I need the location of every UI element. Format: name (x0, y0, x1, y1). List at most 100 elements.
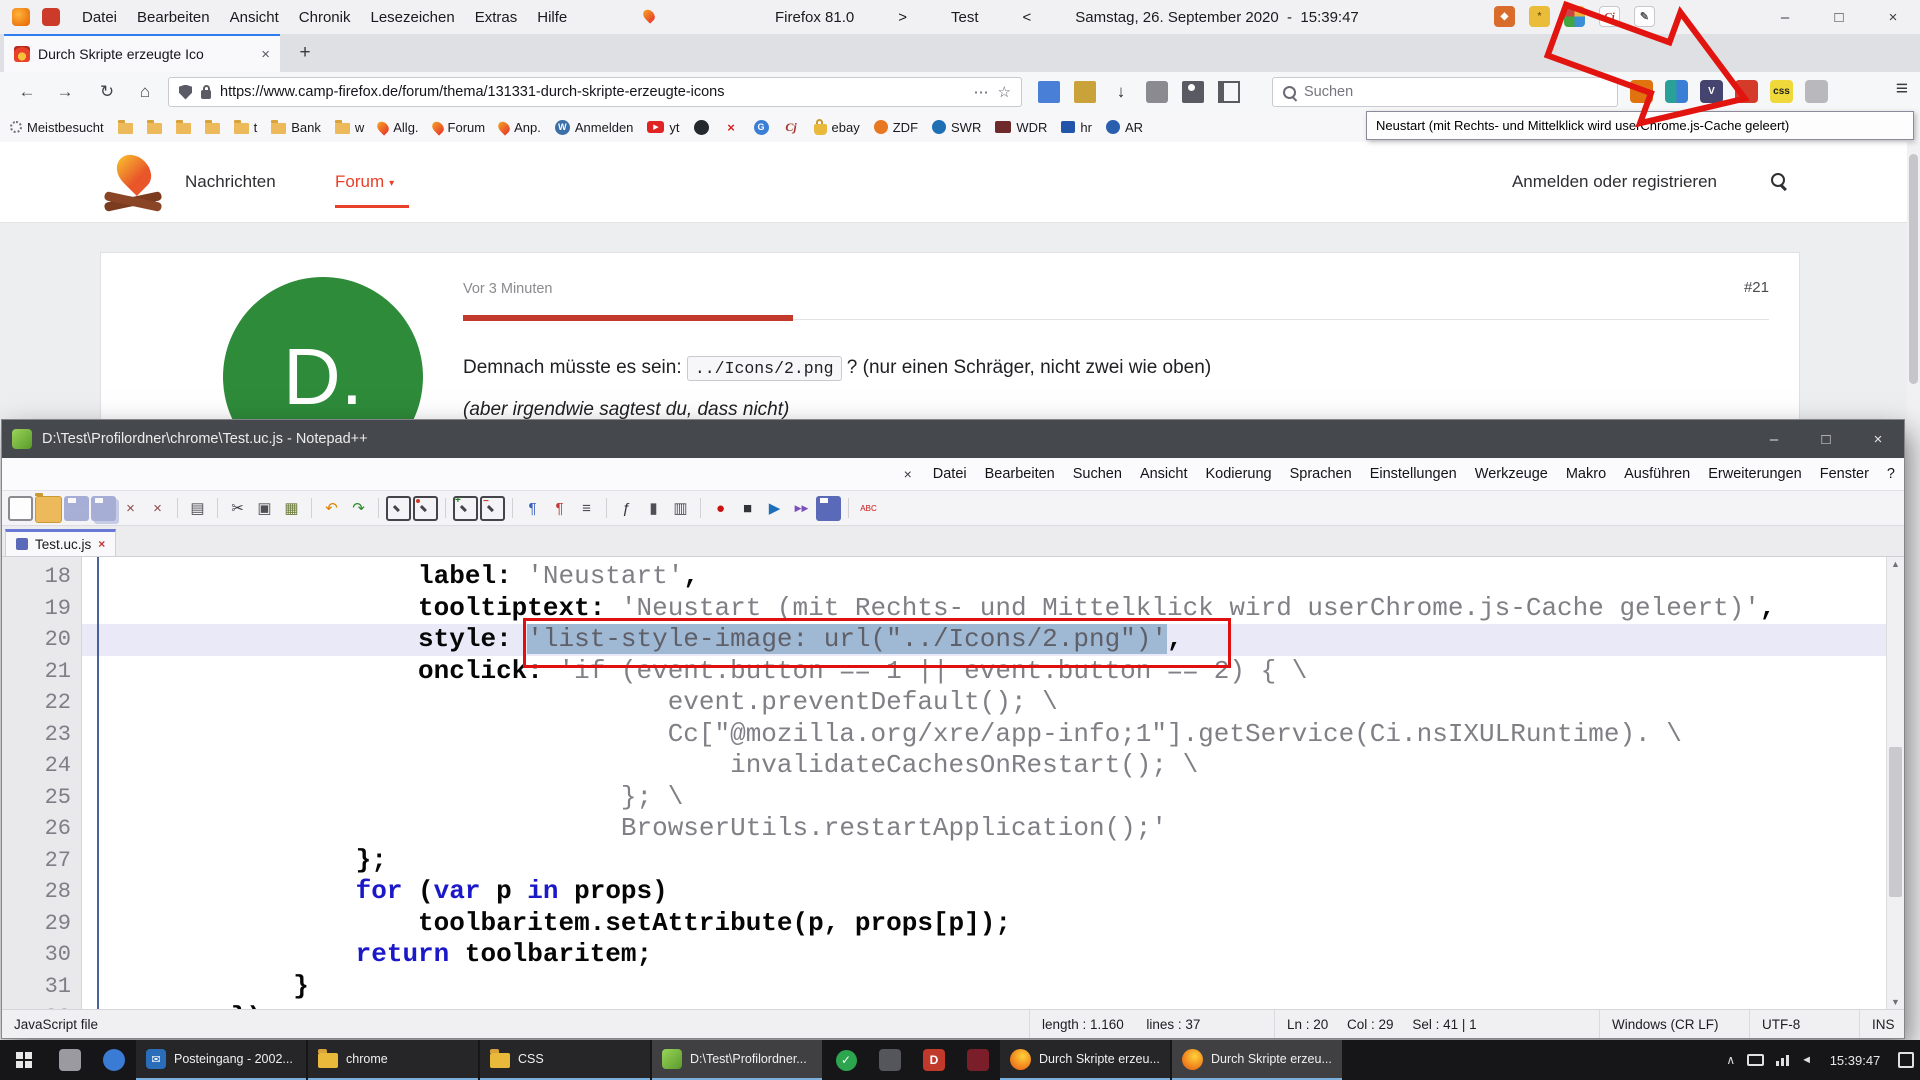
pinned-app-icon-2[interactable] (92, 1040, 136, 1080)
bookmark-anp[interactable]: Anp. (499, 120, 541, 135)
play-macro-icon[interactable]: ▶ (762, 496, 787, 521)
zoom-out-icon[interactable] (480, 496, 505, 521)
clock[interactable]: 15:39:47 (1824, 1053, 1886, 1068)
line-number[interactable]: 25 (2, 782, 71, 814)
campfire-logo[interactable] (102, 150, 166, 214)
editor-scrollbar[interactable]: ▲ ▼ (1886, 557, 1904, 1009)
back-button[interactable]: ← (12, 77, 42, 107)
bookmark-yt[interactable]: ▶ yt (647, 120, 679, 135)
site-search-icon[interactable] (1771, 173, 1785, 187)
line-number[interactable]: 19 (2, 593, 71, 625)
library-icon[interactable] (1038, 81, 1060, 103)
save-macro-icon[interactable] (816, 496, 841, 521)
addon-gray-icon[interactable] (1805, 80, 1828, 103)
bookmark-allg[interactable]: Allg. (378, 120, 418, 135)
stop-macro-icon[interactable]: ■ (735, 496, 760, 521)
tray-display-icon[interactable] (1747, 1054, 1764, 1066)
notepad-menu-item[interactable]: Sprachen (1281, 466, 1361, 482)
function-list-icon[interactable]: ƒ (614, 496, 639, 521)
addon-split-icon[interactable] (1665, 80, 1688, 103)
line-number[interactable]: 30 (2, 939, 71, 971)
menubar-item[interactable]: Lesezeichen (360, 9, 464, 26)
line-number[interactable]: 20 (2, 624, 71, 656)
doc-switcher-icon[interactable]: ▥ (668, 496, 693, 521)
bookmarks-folder-icon[interactable] (1074, 81, 1096, 103)
close-button[interactable]: × (1852, 420, 1904, 458)
browser-scrollbar[interactable] (1907, 142, 1920, 1040)
scrollbar-thumb[interactable] (1889, 747, 1902, 897)
bookmark-w[interactable]: w (335, 120, 364, 135)
notepad-menu-item[interactable]: Bearbeiten (976, 466, 1064, 482)
bookmark-folder-1[interactable] (118, 120, 133, 134)
task-folder-css[interactable]: CSS (480, 1040, 650, 1080)
word-wrap-icon[interactable]: ¶ (520, 496, 545, 521)
undo-icon[interactable]: ↶ (319, 496, 344, 521)
notepad-menu-item[interactable]: Einstellungen (1361, 466, 1466, 482)
addon-icon-orange[interactable]: ◆ (1494, 6, 1515, 27)
notepad-menu-item[interactable]: Ausführen (1615, 466, 1699, 482)
replace-icon[interactable] (413, 496, 438, 521)
notepad-menu-item[interactable]: Kodierung (1197, 466, 1281, 482)
post-time[interactable]: Vor 3 Minuten (463, 281, 552, 297)
addon-icon-grid[interactable] (1564, 6, 1585, 27)
bookmark-wdr[interactable]: WDR (995, 120, 1047, 135)
task-notepadpp[interactable]: D:\Test\Profilordner... (652, 1040, 822, 1080)
menubar-item[interactable]: Bearbeiten (127, 9, 220, 26)
close-button[interactable]: × (1866, 0, 1920, 34)
pinned-app-icon-1[interactable] (48, 1040, 92, 1080)
menubar-close-icon[interactable]: × (904, 466, 912, 482)
bookmark-cj[interactable]: Cj (783, 119, 800, 136)
open-file-icon[interactable] (35, 496, 62, 523)
addon-red-icon[interactable] (1735, 80, 1758, 103)
tab-close-icon[interactable]: × (98, 537, 105, 551)
notepad-menu-item[interactable]: Erweiterungen (1699, 466, 1811, 482)
menubar-item[interactable]: Ansicht (220, 9, 289, 26)
indent-guide-icon[interactable]: ≡ (574, 496, 599, 521)
menubar-item[interactable]: Datei (72, 9, 127, 26)
bookmark-folder-2[interactable] (147, 120, 162, 134)
minimize-button[interactable]: – (1748, 420, 1800, 458)
code-area[interactable]: label: 'Neustart', tooltiptext: 'Neustar… (82, 557, 1904, 1009)
maximize-button[interactable]: □ (1812, 0, 1866, 34)
search-bar[interactable]: Suchen (1272, 77, 1618, 107)
addon-v-icon[interactable]: V (1700, 80, 1723, 103)
record-macro-icon[interactable]: ● (708, 496, 733, 521)
bookmark-github[interactable] (694, 120, 709, 135)
task-firefox-2[interactable]: Durch Skripte erzeu... (1172, 1040, 1342, 1080)
bookmark-bank[interactable]: Bank (271, 120, 321, 135)
maximize-button[interactable]: □ (1800, 420, 1852, 458)
print-icon[interactable]: ▤ (185, 496, 210, 521)
bookmark-ebay[interactable]: ebay (814, 120, 860, 135)
minimize-button[interactable]: – (1758, 0, 1812, 34)
bookmark-anmelden[interactable]: W Anmelden (555, 120, 634, 135)
save-all-icon[interactable] (91, 496, 116, 521)
screenshot-icon[interactable] (1182, 81, 1204, 103)
menu-button[interactable]: ≡ (1896, 77, 1908, 101)
bookmark-folder-4[interactable] (205, 120, 220, 134)
reload-button[interactable]: ↻ (92, 77, 122, 107)
spell-check-icon[interactable]: ABC (856, 496, 881, 521)
extension-icon[interactable] (1146, 81, 1168, 103)
tray-app-icon-check[interactable]: ✓ (824, 1040, 868, 1080)
tray-volume-icon[interactable]: ◄ (1801, 1054, 1812, 1066)
menubar-item[interactable]: Extras (465, 9, 528, 26)
find-icon[interactable] (386, 496, 411, 521)
doc-map-icon[interactable]: ▮ (641, 496, 666, 521)
start-button[interactable] (0, 1040, 48, 1080)
bookmark-swr[interactable]: SWR (932, 120, 981, 135)
browser-tab[interactable]: Durch Skripte erzeugte Ico × (4, 34, 280, 72)
redo-icon[interactable]: ↷ (346, 496, 371, 521)
status-eol-format[interactable]: Windows (CR LF) (1599, 1010, 1749, 1038)
bookmark-hr[interactable]: hr (1061, 120, 1092, 135)
downloads-icon[interactable]: ↓ (1110, 81, 1132, 103)
action-center-icon[interactable] (1898, 1052, 1914, 1068)
paste-icon[interactable]: ▦ (279, 496, 304, 521)
line-number[interactable]: 24 (2, 750, 71, 782)
forward-button[interactable]: → (50, 77, 80, 107)
bookmark-forum[interactable]: Forum (433, 120, 486, 135)
new-file-icon[interactable] (8, 496, 33, 521)
line-number[interactable]: 22 (2, 687, 71, 719)
line-number[interactable]: 32 (2, 1002, 71, 1009)
tray-app-icon-d[interactable]: D (912, 1040, 956, 1080)
line-number[interactable]: 18 (2, 561, 71, 593)
